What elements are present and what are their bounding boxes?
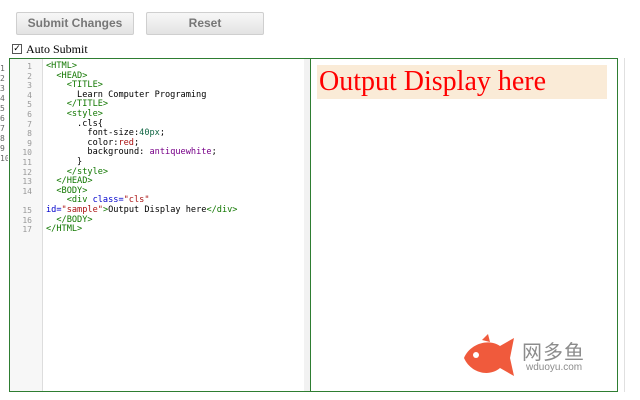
- auto-submit-checkbox[interactable]: ✓: [12, 44, 22, 54]
- code-token: <TITLE>: [66, 80, 103, 91]
- line-number: 5: [27, 100, 32, 110]
- code-token: </TITLE>: [66, 99, 109, 110]
- code-token: <style>: [66, 108, 103, 119]
- line-number: 9: [27, 138, 32, 148]
- code-token: 40px: [139, 128, 160, 139]
- auto-submit-label: Auto Submit: [26, 41, 88, 56]
- code-token: class=: [92, 195, 124, 206]
- code-token: .cls{: [77, 118, 103, 129]
- code-token: </HTML>: [46, 224, 83, 235]
- line-number: 15: [22, 206, 32, 215]
- code-token: background:: [87, 147, 150, 158]
- line-number: 17: [22, 225, 32, 235]
- line-number: 8: [27, 129, 32, 139]
- submit-changes-button[interactable]: Submit Changes: [16, 12, 134, 35]
- line-number: 4: [27, 90, 32, 100]
- code-editor[interactable]: 1 2 3 4 5 6 7 8 9 10 11 12 13 14 15 16 1…: [9, 58, 311, 392]
- line-number: 12: [22, 167, 32, 177]
- edge-line-number: 5: [0, 104, 5, 113]
- page-edge-divider: [624, 58, 625, 392]
- auto-submit-option[interactable]: ✓ Auto Submit: [12, 42, 88, 56]
- code-token: </HEAD>: [56, 176, 93, 187]
- code-token: antiquewhite: [149, 147, 212, 158]
- code-line: </BODY>: [46, 214, 304, 226]
- watermark-url-text: wduoyu.com: [526, 362, 583, 373]
- code-token: }: [77, 156, 83, 167]
- edge-line-number: 6: [0, 114, 5, 123]
- edge-line-number: 1: [0, 64, 5, 73]
- code-token: <BODY>: [56, 185, 88, 196]
- code-line: background: antiquewhite;: [46, 148, 304, 158]
- edge-line-number: 7: [0, 124, 5, 133]
- line-number: 3: [27, 81, 32, 91]
- line-number: 14: [22, 186, 32, 196]
- code-token: id=: [46, 204, 62, 215]
- code-token: ;: [133, 137, 140, 148]
- code-token: </div>: [206, 204, 238, 215]
- line-number: 6: [27, 110, 32, 119]
- line-number: 2: [27, 71, 32, 81]
- fish-logo-icon: [464, 334, 514, 376]
- edge-line-number: 4: [0, 94, 5, 103]
- watermark-cn-text: 网多鱼: [522, 340, 585, 364]
- left-edge-line-numbers: 1 2 3 4 5 6 7 8 9 10: [0, 60, 8, 396]
- line-number: 16: [22, 215, 32, 225]
- code-line: </HTML>: [46, 224, 304, 235]
- line-number: 7: [27, 119, 32, 129]
- line-number: 10: [22, 148, 32, 158]
- line-number-gutter: 1 2 3 4 5 6 7 8 9 10 11 12 13 14 15 16 1…: [10, 59, 43, 391]
- edge-line-number: 9: [0, 144, 5, 153]
- edge-line-number: 10: [0, 154, 8, 163]
- line-number: 11: [22, 158, 32, 167]
- code-token: Learn Computer Programing: [77, 89, 207, 100]
- code-token: <HTML>: [46, 61, 78, 71]
- code-token: red: [118, 137, 134, 148]
- edge-line-number: 2: [0, 74, 5, 83]
- code-token: "sample": [61, 204, 103, 215]
- reset-button[interactable]: Reset: [146, 12, 264, 35]
- code-token: ;: [211, 147, 217, 158]
- code-token: color:: [87, 137, 119, 148]
- edge-line-number: 3: [0, 84, 5, 93]
- code-token: <div: [66, 195, 93, 206]
- code-token: ;: [159, 128, 166, 139]
- code-line: <div class="cls" id="sample">Output Disp…: [46, 196, 304, 215]
- line-number: 13: [22, 177, 32, 187]
- code-token: font-size:: [87, 128, 140, 139]
- watermark: 网多鱼 wduoyu.com: [460, 332, 600, 382]
- code-token: "cls": [123, 195, 150, 206]
- code-token: <HEAD>: [56, 70, 88, 81]
- code-token: </BODY>: [56, 214, 93, 225]
- line-number: 1: [27, 62, 32, 71]
- output-sample-div: Output Display here: [317, 65, 607, 99]
- code-content[interactable]: <HTML> <HEAD> <TITLE> Learn Computer Pro…: [46, 61, 304, 235]
- code-token: Output Display here: [108, 204, 207, 215]
- code-token: </style>: [66, 166, 109, 177]
- edge-line-number: 8: [0, 134, 5, 143]
